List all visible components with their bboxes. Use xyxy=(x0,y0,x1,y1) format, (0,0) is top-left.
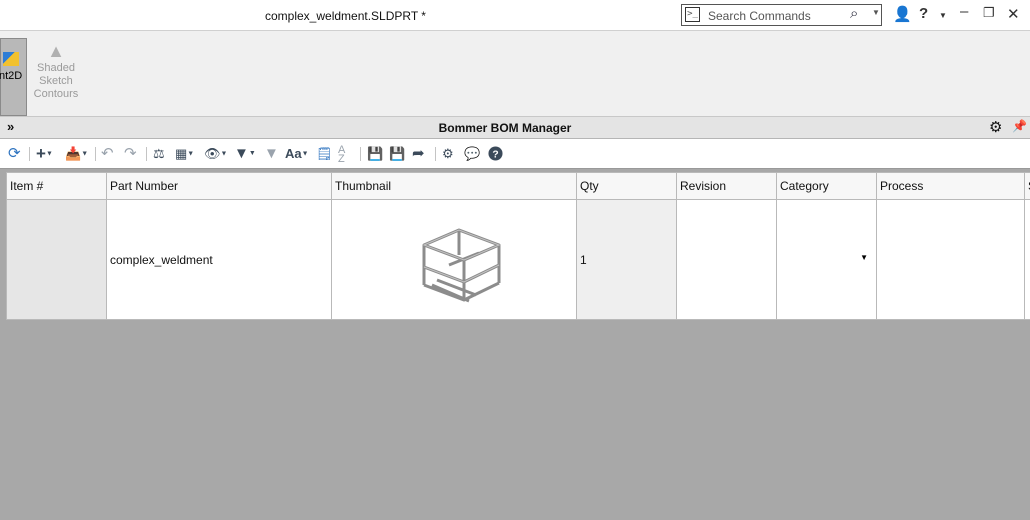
header-row: Item # Part Number Thumbnail Qty Revisio… xyxy=(6,172,1030,200)
user-icon[interactable]: 👤 xyxy=(893,5,912,23)
font-icon[interactable]: Aa▼ xyxy=(285,146,309,162)
title-bar: complex_weldment.SLDPRT * >_ Search Comm… xyxy=(0,0,1030,31)
column-header-partial[interactable]: S xyxy=(1024,172,1030,200)
cell-process[interactable] xyxy=(876,199,1025,320)
weldment-thumbnail-image xyxy=(422,228,501,302)
cell-revision[interactable] xyxy=(676,199,777,320)
help-dropdown-icon[interactable]: ▼ xyxy=(939,11,947,20)
toolbar-separator xyxy=(95,147,96,161)
svg-text:?: ? xyxy=(492,149,498,160)
bom-table: Item # Part Number Thumbnail Qty Revisio… xyxy=(6,172,1030,320)
column-header-revision[interactable]: Revision xyxy=(676,172,777,200)
undo-icon[interactable]: ↶ xyxy=(101,146,114,162)
notes-icon[interactable]: 🗒 xyxy=(316,146,333,162)
settings-icon[interactable]: ⚙ xyxy=(442,146,454,162)
shaded-sketch-contours-button[interactable]: ▲ Shaded Sketch Contours xyxy=(28,41,84,115)
help-icon[interactable]: ? xyxy=(919,5,928,22)
font-label: Aa xyxy=(285,146,302,161)
settings-gear-icon[interactable]: ⚙ xyxy=(989,118,1002,136)
save-icon[interactable]: 💾 xyxy=(367,146,383,162)
column-header-category[interactable]: Category xyxy=(776,172,877,200)
ribbon-button-active[interactable]: nt2D xyxy=(0,38,27,116)
column-header-qty[interactable]: Qty xyxy=(576,172,677,200)
search-dropdown-icon[interactable]: ▼ xyxy=(872,8,880,17)
grid-icon[interactable]: ▦▼ xyxy=(175,146,194,162)
table-row[interactable]: complex_weldment 1 ▼ xyxy=(6,199,1030,320)
redo-icon[interactable]: ↷ xyxy=(124,146,137,162)
clear-filter-icon[interactable]: ▼ xyxy=(264,146,279,162)
column-header-thumbnail[interactable]: Thumbnail xyxy=(331,172,577,200)
shaded-sketch-contours-label: Shaded Sketch Contours xyxy=(33,62,79,100)
column-header-process[interactable]: Process xyxy=(876,172,1025,200)
help-circle-icon[interactable]: ? xyxy=(488,146,503,162)
shaded-sketch-icon: ▲ xyxy=(47,41,65,61)
pin-icon[interactable]: 📌 xyxy=(1012,119,1027,133)
toolbar-separator xyxy=(360,147,361,161)
refresh-icon[interactable]: ⟳ xyxy=(8,146,21,162)
toolbar-separator xyxy=(29,147,30,161)
ribbon: nt2D ▲ Shaded Sketch Contours xyxy=(0,31,1030,117)
comment-icon[interactable]: 💬 xyxy=(464,146,480,162)
sketch-2d-icon xyxy=(3,52,19,66)
restore-icon[interactable]: ❐ xyxy=(983,5,995,21)
toolbar-separator xyxy=(146,147,147,161)
cell-part-number[interactable]: complex_weldment xyxy=(106,199,332,320)
cell-thumbnail[interactable] xyxy=(331,199,577,320)
level-icon[interactable]: ⚖ xyxy=(153,146,165,162)
filter-icon[interactable]: ▼▼ xyxy=(234,146,256,162)
bom-toolbar: ⟳ +▼ 📥▼ ↶ ↷ ⚖ ▦▼ 👁▼ ▼▼ ▼ Aa▼ 🗒 AZ 💾 💾 ➦ … xyxy=(0,139,1030,169)
minimize-icon[interactable]: – xyxy=(960,3,968,20)
search-commands-box[interactable]: >_ Search Commands ⌕ ▼ xyxy=(681,4,882,26)
share-icon[interactable]: ➦ xyxy=(412,146,425,162)
cell-item-number[interactable] xyxy=(6,199,107,320)
search-icon[interactable]: ⌕ xyxy=(850,5,858,22)
view-icon[interactable]: 👁▼ xyxy=(204,146,227,162)
add-icon[interactable]: +▼ xyxy=(36,145,53,162)
panel-title: Bommer BOM Manager xyxy=(438,121,572,135)
column-header-part-number[interactable]: Part Number xyxy=(106,172,332,200)
search-placeholder: Search Commands xyxy=(708,9,811,23)
terminal-icon: >_ xyxy=(685,7,700,22)
import-icon[interactable]: 📥▼ xyxy=(65,146,88,162)
close-icon[interactable]: ✕ xyxy=(1007,5,1020,23)
document-title: complex_weldment.SLDPRT * xyxy=(265,9,426,23)
ribbon-button-label: nt2D xyxy=(0,70,23,82)
column-header-item[interactable]: Item # xyxy=(6,172,107,200)
cell-qty[interactable]: 1 xyxy=(576,199,677,320)
sort-icon[interactable]: AZ xyxy=(338,145,345,165)
cell-category[interactable]: ▼ xyxy=(776,199,877,320)
category-dropdown-icon[interactable]: ▼ xyxy=(860,253,868,262)
cell-partial xyxy=(1024,199,1030,320)
panel-header: » Bommer BOM Manager ⚙ 📌 xyxy=(0,117,1030,139)
save-as-icon[interactable]: 💾 xyxy=(389,146,405,162)
toolbar-separator xyxy=(435,147,436,161)
